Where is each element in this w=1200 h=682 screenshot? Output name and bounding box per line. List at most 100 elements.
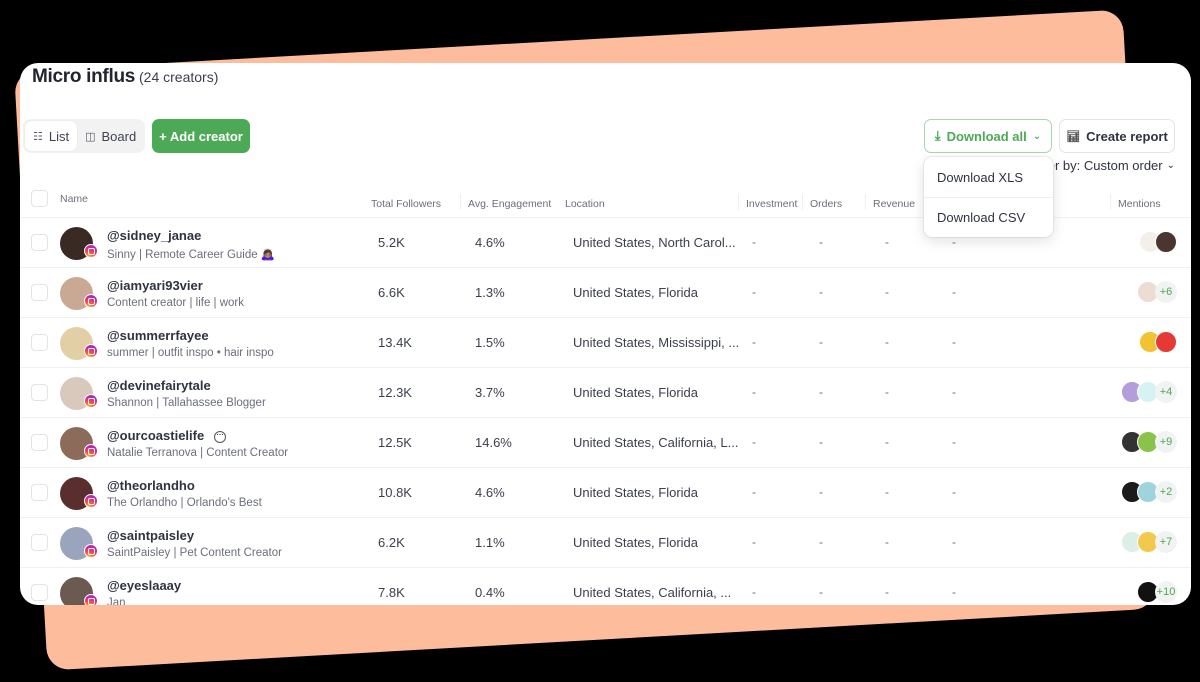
row-checkbox[interactable] xyxy=(31,334,48,351)
table-row[interactable]: @eyeslaaay Jan 7.8K 0.4% United States, … xyxy=(20,568,1191,605)
handle-text: @theorlandho xyxy=(107,478,195,493)
mentions[interactable]: +7 xyxy=(1121,531,1177,553)
creator-handle[interactable]: @saintpaisley xyxy=(107,528,194,543)
column-revenue[interactable]: Revenue xyxy=(864,194,915,210)
view-list-button[interactable]: ☷ List xyxy=(25,121,78,151)
extra-metric: - xyxy=(952,285,956,299)
table-row[interactable]: @devinefairytale Shannon | Tallahassee B… xyxy=(20,368,1191,418)
avg-engagement: 1.3% xyxy=(475,285,505,300)
column-location[interactable]: Location xyxy=(565,198,605,210)
column-mentions[interactable]: Mentions xyxy=(1110,194,1161,210)
mentions-more-count[interactable]: +4 xyxy=(1155,381,1177,403)
creator-handle[interactable]: @sidney_janae xyxy=(107,228,201,243)
revenue: - xyxy=(885,385,889,399)
extra-metric: - xyxy=(952,335,956,349)
table-row[interactable]: @theorlandho The Orlandho | Orlando's Be… xyxy=(20,468,1191,518)
instagram-icon xyxy=(84,594,98,605)
investment: - xyxy=(752,435,756,449)
row-checkbox[interactable] xyxy=(31,434,48,451)
total-followers: 13.4K xyxy=(378,335,412,350)
investment: - xyxy=(752,385,756,399)
creator-handle[interactable]: @eyeslaaay xyxy=(107,578,181,593)
creator-bio: Sinny | Remote Career Guide 🙇🏽‍♀️ xyxy=(107,249,276,261)
orders: - xyxy=(819,435,823,449)
column-name[interactable]: Name xyxy=(60,193,88,205)
creator-handle[interactable]: @theorlandho xyxy=(107,478,195,493)
table-row[interactable]: @ourcoastielife ··· Natalie Terranova | C… xyxy=(20,418,1191,468)
creator-handle[interactable]: @ourcoastielife ··· xyxy=(107,428,227,443)
creator-handle[interactable]: @devinefairytale xyxy=(107,378,211,393)
chat-bubble-icon[interactable]: ··· xyxy=(214,430,227,443)
total-followers: 5.2K xyxy=(378,235,405,250)
extra-metric: - xyxy=(952,385,956,399)
download-all-label: Download all xyxy=(946,128,1027,144)
total-followers: 12.3K xyxy=(378,385,412,400)
mentions-more-count[interactable]: +10 xyxy=(1155,581,1177,603)
avg-engagement: 4.6% xyxy=(475,235,505,250)
extra-metric: - xyxy=(952,485,956,499)
list-icon: ☷ xyxy=(33,130,43,143)
creator-bio: SaintPaisley | Pet Content Creator xyxy=(107,547,282,559)
mentions[interactable]: +10 xyxy=(1121,581,1177,603)
mentions-more-count[interactable]: +6 xyxy=(1155,281,1177,303)
mentions-more-count[interactable]: +9 xyxy=(1155,431,1177,453)
mentions[interactable] xyxy=(1139,231,1177,253)
location: United States, North Carol... xyxy=(573,235,736,250)
row-checkbox[interactable] xyxy=(31,534,48,551)
total-followers: 10.8K xyxy=(378,485,412,500)
mentions-more-count[interactable]: +7 xyxy=(1155,531,1177,553)
handle-text: @saintpaisley xyxy=(107,528,195,543)
row-checkbox[interactable] xyxy=(31,234,48,251)
table-row[interactable]: @saintpaisley SaintPaisley | Pet Content… xyxy=(20,518,1191,568)
view-board-button[interactable]: ◫ Board xyxy=(77,121,144,151)
instagram-icon xyxy=(84,244,98,258)
handle-text: @eyeslaaay xyxy=(107,578,182,593)
add-creator-button[interactable]: + Add creator xyxy=(152,119,250,153)
mentions-more-count[interactable]: +2 xyxy=(1155,481,1177,503)
download-xls-option[interactable]: Download XLS xyxy=(924,157,1053,197)
avg-engagement: 14.6% xyxy=(475,435,512,450)
orders: - xyxy=(819,485,823,499)
download-csv-option[interactable]: Download CSV xyxy=(924,197,1053,237)
select-all-checkbox[interactable] xyxy=(31,190,48,207)
avg-engagement: 1.1% xyxy=(475,535,505,550)
mentions[interactable]: +6 xyxy=(1137,281,1177,303)
row-checkbox[interactable] xyxy=(31,584,48,601)
column-orders[interactable]: Orders xyxy=(801,194,842,210)
revenue: - xyxy=(885,585,889,599)
download-all-button[interactable]: ⤓ Download all ⌄ xyxy=(924,119,1052,153)
orders: - xyxy=(819,385,823,399)
mentions[interactable]: +2 xyxy=(1121,481,1177,503)
mention-avatar xyxy=(1155,331,1177,353)
mentions[interactable]: +4 xyxy=(1121,381,1177,403)
avg-engagement: 3.7% xyxy=(475,385,505,400)
creator-handle[interactable]: @summerrfayee xyxy=(107,328,209,343)
mentions[interactable]: +9 xyxy=(1121,431,1177,453)
table-row[interactable]: @summerrfayee summer | outfit inspo • ha… xyxy=(20,318,1191,368)
creator-handle[interactable]: @iamyari93vier xyxy=(107,278,203,293)
create-report-label: Create report xyxy=(1086,128,1168,144)
column-avg-engagement[interactable]: Avg. Engagement xyxy=(459,194,551,210)
investment: - xyxy=(752,485,756,499)
column-total-followers[interactable]: Total Followers xyxy=(371,198,441,210)
page-title: Micro influs xyxy=(32,66,136,87)
location: United States, Florida xyxy=(573,285,699,300)
instagram-icon xyxy=(84,344,98,358)
column-investment[interactable]: Investment xyxy=(737,194,797,210)
revenue: - xyxy=(885,535,889,549)
instagram-icon xyxy=(84,394,98,408)
handle-text: @iamyari93vier xyxy=(107,278,203,293)
creator-bio: Natalie Terranova | Content Creator xyxy=(107,447,289,459)
location: United States, Florida xyxy=(573,535,699,550)
row-checkbox[interactable] xyxy=(31,384,48,401)
create-report-button[interactable]: 📊︎ Create report xyxy=(1059,119,1175,153)
instagram-icon xyxy=(84,494,98,508)
creator-list-window: Micro influs (24 creators) ☷ List ◫ Boar… xyxy=(20,63,1191,605)
mentions[interactable] xyxy=(1139,331,1177,353)
creator-count: (24 creators) xyxy=(139,69,219,85)
chevron-down-icon: ⌄ xyxy=(1032,130,1042,142)
mention-avatar xyxy=(1155,231,1177,253)
row-checkbox[interactable] xyxy=(31,484,48,501)
table-row[interactable]: @iamyari93vier Content creator | life | … xyxy=(20,268,1191,318)
row-checkbox[interactable] xyxy=(31,284,48,301)
